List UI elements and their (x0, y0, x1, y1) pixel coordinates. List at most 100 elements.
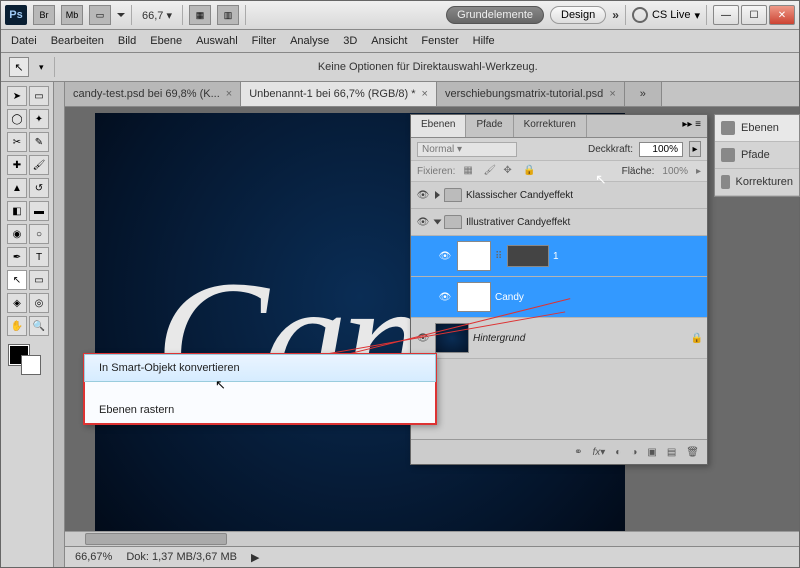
new-layer-icon[interactable]: ▤ (667, 447, 676, 458)
zoom-tool[interactable]: 🔍 (29, 316, 49, 336)
menu-analyse[interactable]: Analyse (290, 35, 329, 47)
menu-hilfe[interactable]: Hilfe (473, 35, 495, 47)
menu-bild[interactable]: Bild (118, 35, 136, 47)
adjustment-icon[interactable]: ◑ (631, 447, 637, 458)
minimize-button[interactable]: — (713, 5, 739, 25)
layer-group-1[interactable]: 👁 Illustrativer Candyeffekt (411, 209, 707, 236)
wand-tool[interactable]: ✦ (29, 109, 49, 129)
brush-tool[interactable]: 🖌 (29, 155, 49, 175)
rp-korrekturen[interactable]: Korrekturen (715, 169, 799, 196)
fill-input[interactable]: 100% (662, 166, 688, 177)
workspace-more-icon[interactable]: » (612, 8, 619, 22)
menu-datei[interactable]: Datei (11, 35, 37, 47)
view-extras-icon[interactable]: ▦ (189, 5, 211, 25)
menu-filter[interactable]: Filter (252, 35, 276, 47)
link-icon[interactable]: ⠿ (495, 251, 503, 262)
menu-3d[interactable]: 3D (343, 35, 357, 47)
lock-brush-icon[interactable]: 🖌 (483, 165, 495, 177)
hand-tool[interactable]: ✋ (7, 316, 27, 336)
3d-tool[interactable]: ◈ (7, 293, 27, 313)
tab-korrekturen[interactable]: Korrekturen (514, 115, 587, 137)
arrange-docs-icon[interactable]: ▥ (217, 5, 239, 25)
background-color[interactable] (21, 355, 41, 375)
menu-ansicht[interactable]: Ansicht (371, 35, 407, 47)
menu-ebene[interactable]: Ebene (150, 35, 182, 47)
cslive-button[interactable]: CS Live ▾ (632, 7, 700, 23)
blur-tool[interactable]: ◉ (7, 224, 27, 244)
collapse-icon[interactable] (434, 220, 442, 225)
visibility-icon[interactable]: 👁 (415, 187, 431, 203)
visibility-icon[interactable]: 👁 (437, 248, 453, 264)
tab-pfade[interactable]: Pfade (466, 115, 513, 137)
expand-icon[interactable] (435, 191, 440, 199)
panel-collapse-icon[interactable]: ▸▸ ≡ (676, 115, 707, 137)
maximize-button[interactable]: ☐ (741, 5, 767, 25)
color-swatches[interactable] (7, 345, 47, 371)
menu-auswahl[interactable]: Auswahl (196, 35, 238, 47)
doc-tab-2[interactable]: verschiebungsmatrix-tutorial.psd× (437, 82, 625, 106)
layer-thumb[interactable] (457, 241, 491, 271)
dropdown-icon[interactable] (117, 13, 125, 17)
lock-trans-icon[interactable]: ▦ (463, 165, 475, 177)
status-zoom[interactable]: 66,67% (75, 551, 112, 563)
path-select-tool[interactable]: ↖ (7, 270, 27, 290)
move-tool[interactable]: ➤ (7, 86, 27, 106)
rp-ebenen[interactable]: Ebenen (715, 115, 799, 142)
screen-mode-icon[interactable]: ▭ (89, 5, 111, 25)
close-icon[interactable]: × (609, 88, 615, 100)
group-icon[interactable]: ▣ (647, 447, 656, 458)
trash-icon[interactable]: 🗑 (686, 447, 699, 458)
opacity-input[interactable]: 100% (639, 142, 683, 157)
layer-row-background[interactable]: 👁 Hintergrund 🔒 (411, 318, 707, 359)
horizontal-scrollbar[interactable] (65, 531, 799, 546)
rp-pfade[interactable]: Pfade (715, 142, 799, 169)
dodge-tool[interactable]: ○ (29, 224, 49, 244)
minibridge-icon[interactable]: Mb (61, 5, 83, 25)
link-layers-icon[interactable]: ⚭ (574, 447, 582, 458)
lock-all-icon[interactable]: 🔒 (523, 165, 535, 177)
blend-mode-select[interactable]: Normal ▾ (417, 142, 517, 157)
menu-fenster[interactable]: Fenster (421, 35, 458, 47)
direct-select-icon[interactable]: ↖ (9, 57, 29, 77)
3d-cam-tool[interactable]: ◎ (29, 293, 49, 313)
close-button[interactable]: ✕ (769, 5, 795, 25)
lock-move-icon[interactable]: ✥ (503, 165, 515, 177)
layer-group-0[interactable]: 👁 Klassischer Candyeffekt (411, 182, 707, 209)
lasso-tool[interactable]: ◯ (7, 109, 27, 129)
mask-thumb[interactable] (507, 245, 549, 267)
layer-row-1[interactable]: 👁 ⠿ 1 ↖ (411, 236, 707, 277)
history-tool[interactable]: ↺ (29, 178, 49, 198)
status-arrow-icon[interactable]: ▶ (251, 551, 259, 564)
marquee-tool[interactable]: ▭ (29, 86, 49, 106)
pen-tool[interactable]: ✒ (7, 247, 27, 267)
workspace-grundelemente[interactable]: Grundelemente (446, 6, 544, 24)
menu-bearbeiten[interactable]: Bearbeiten (51, 35, 104, 47)
fill-slider-icon[interactable]: ▸ (696, 166, 701, 177)
type-tool[interactable]: T (29, 247, 49, 267)
doc-tab-1[interactable]: Unbenannt-1 bei 66,7% (RGB/8) *× (241, 82, 437, 106)
ctx-rasterize[interactable]: Ebenen rastern (85, 397, 435, 423)
visibility-icon[interactable]: 👁 (437, 289, 453, 305)
status-doc[interactable]: Dok: 1,37 MB/3,67 MB (126, 551, 237, 563)
layers-icon (721, 121, 735, 135)
workspace-design[interactable]: Design (550, 6, 606, 24)
tab-ebenen[interactable]: Ebenen (411, 115, 466, 137)
bridge-icon[interactable]: Br (33, 5, 55, 25)
crop-tool[interactable]: ✂ (7, 132, 27, 152)
doc-tab-0[interactable]: candy-test.psd bei 69,8% (K...× (65, 82, 241, 106)
scroll-tabs-icon[interactable]: » (625, 82, 662, 106)
eyedropper-tool[interactable]: ✎ (29, 132, 49, 152)
mask-icon[interactable]: ◐ (615, 447, 621, 458)
close-icon[interactable]: × (422, 88, 428, 100)
collapsed-panels-strip[interactable] (54, 82, 65, 567)
shape-tool[interactable]: ▭ (29, 270, 49, 290)
heal-tool[interactable]: ✚ (7, 155, 27, 175)
eraser-tool[interactable]: ◧ (7, 201, 27, 221)
close-icon[interactable]: × (226, 88, 232, 100)
zoom-level-text[interactable]: 66,7 ▾ (138, 9, 176, 22)
visibility-icon[interactable]: 👁 (415, 214, 431, 230)
stamp-tool[interactable]: ▲ (7, 178, 27, 198)
opacity-slider-icon[interactable]: ▸ (689, 141, 701, 157)
gradient-tool[interactable]: ▬ (29, 201, 49, 221)
fx-icon[interactable]: fx▾ (592, 447, 605, 458)
